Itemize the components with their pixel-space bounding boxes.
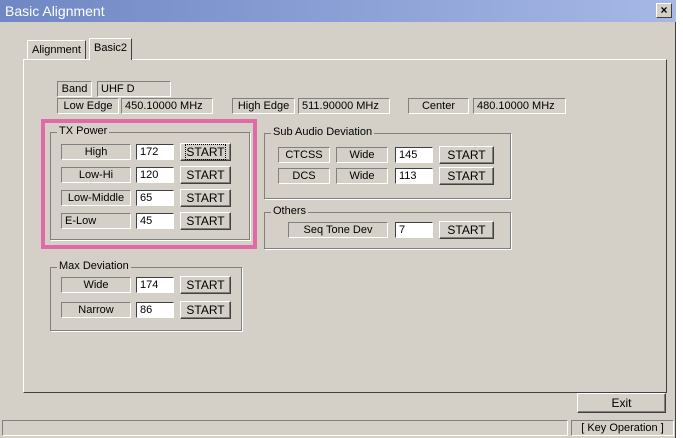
sub-audio-group: Sub Audio Deviation <box>264 126 511 199</box>
status-text: [ Key Operation ] <box>571 420 674 436</box>
tx-e-low-value[interactable]: 45 <box>136 213 174 229</box>
tab-basic2[interactable]: Basic2 <box>89 38 133 60</box>
max-wide-label: Wide <box>61 277 131 293</box>
band-value: UHF D <box>97 81 171 97</box>
basic-alignment-window: Basic Alignment × Alignment Basic2 Band … <box>0 0 676 438</box>
seq-tone-dev-start-button[interactable]: START <box>439 221 494 239</box>
close-icon[interactable]: × <box>656 3 672 18</box>
ctcss-mode: Wide <box>336 147 388 163</box>
tx-high-start-button[interactable]: START <box>180 143 231 161</box>
status-bar-left <box>2 420 568 436</box>
tx-low-middle-value[interactable]: 65 <box>136 190 174 206</box>
high-edge-label: High Edge <box>232 98 295 114</box>
dcs-start-button[interactable]: START <box>439 167 494 185</box>
title-bar: Basic Alignment × <box>0 0 676 22</box>
tx-low-hi-start-button[interactable]: START <box>180 166 231 184</box>
others-title: Others <box>271 205 309 217</box>
tx-power-title: TX Power <box>57 125 110 137</box>
low-edge-label: Low Edge <box>57 98 119 114</box>
ctcss-start-button[interactable]: START <box>439 146 494 164</box>
exit-button[interactable]: Exit <box>577 393 666 413</box>
high-edge-value: 511.90000 MHz <box>298 98 390 114</box>
band-label: Band <box>57 81 92 97</box>
tab-alignment[interactable]: Alignment <box>27 40 86 60</box>
center-value: 480.10000 MHz <box>473 98 566 114</box>
seq-tone-dev-label: Seq Tone Dev <box>288 222 388 238</box>
tx-low-middle-start-button[interactable]: START <box>180 189 231 207</box>
max-wide-start-button[interactable]: START <box>180 276 231 294</box>
center-label: Center <box>408 98 469 114</box>
max-deviation-title: Max Deviation <box>57 260 131 272</box>
sub-audio-title: Sub Audio Deviation <box>271 126 375 138</box>
max-narrow-label: Narrow <box>61 302 131 318</box>
dcs-mode: Wide <box>336 168 388 184</box>
ctcss-value[interactable]: 145 <box>395 147 433 163</box>
tab-basic2-label: Basic2 <box>94 42 128 54</box>
low-edge-value: 450.10000 MHz <box>121 98 213 114</box>
max-wide-value[interactable]: 174 <box>136 277 174 293</box>
tx-high-start-label: START <box>185 144 226 160</box>
tx-high-value[interactable]: 172 <box>136 144 174 160</box>
basic2-panel: Band UHF D Low Edge 450.10000 MHz High E… <box>23 59 667 393</box>
tx-low-hi-label: Low-Hi <box>61 167 131 183</box>
tx-low-middle-label: Low-Middle <box>61 190 131 206</box>
dcs-value[interactable]: 113 <box>395 168 433 184</box>
dcs-label: DCS <box>278 168 330 184</box>
seq-tone-dev-value[interactable]: 7 <box>395 222 433 238</box>
max-narrow-start-button[interactable]: START <box>180 301 231 319</box>
ctcss-label: CTCSS <box>278 147 330 163</box>
max-narrow-value[interactable]: 86 <box>136 302 174 318</box>
tx-e-low-start-button[interactable]: START <box>180 212 231 230</box>
tx-high-label: High <box>61 144 131 160</box>
tx-low-hi-value[interactable]: 120 <box>136 167 174 183</box>
tx-e-low-label: E-Low <box>61 213 131 229</box>
window-title: Basic Alignment <box>5 3 105 19</box>
tab-alignment-label: Alignment <box>32 44 81 56</box>
